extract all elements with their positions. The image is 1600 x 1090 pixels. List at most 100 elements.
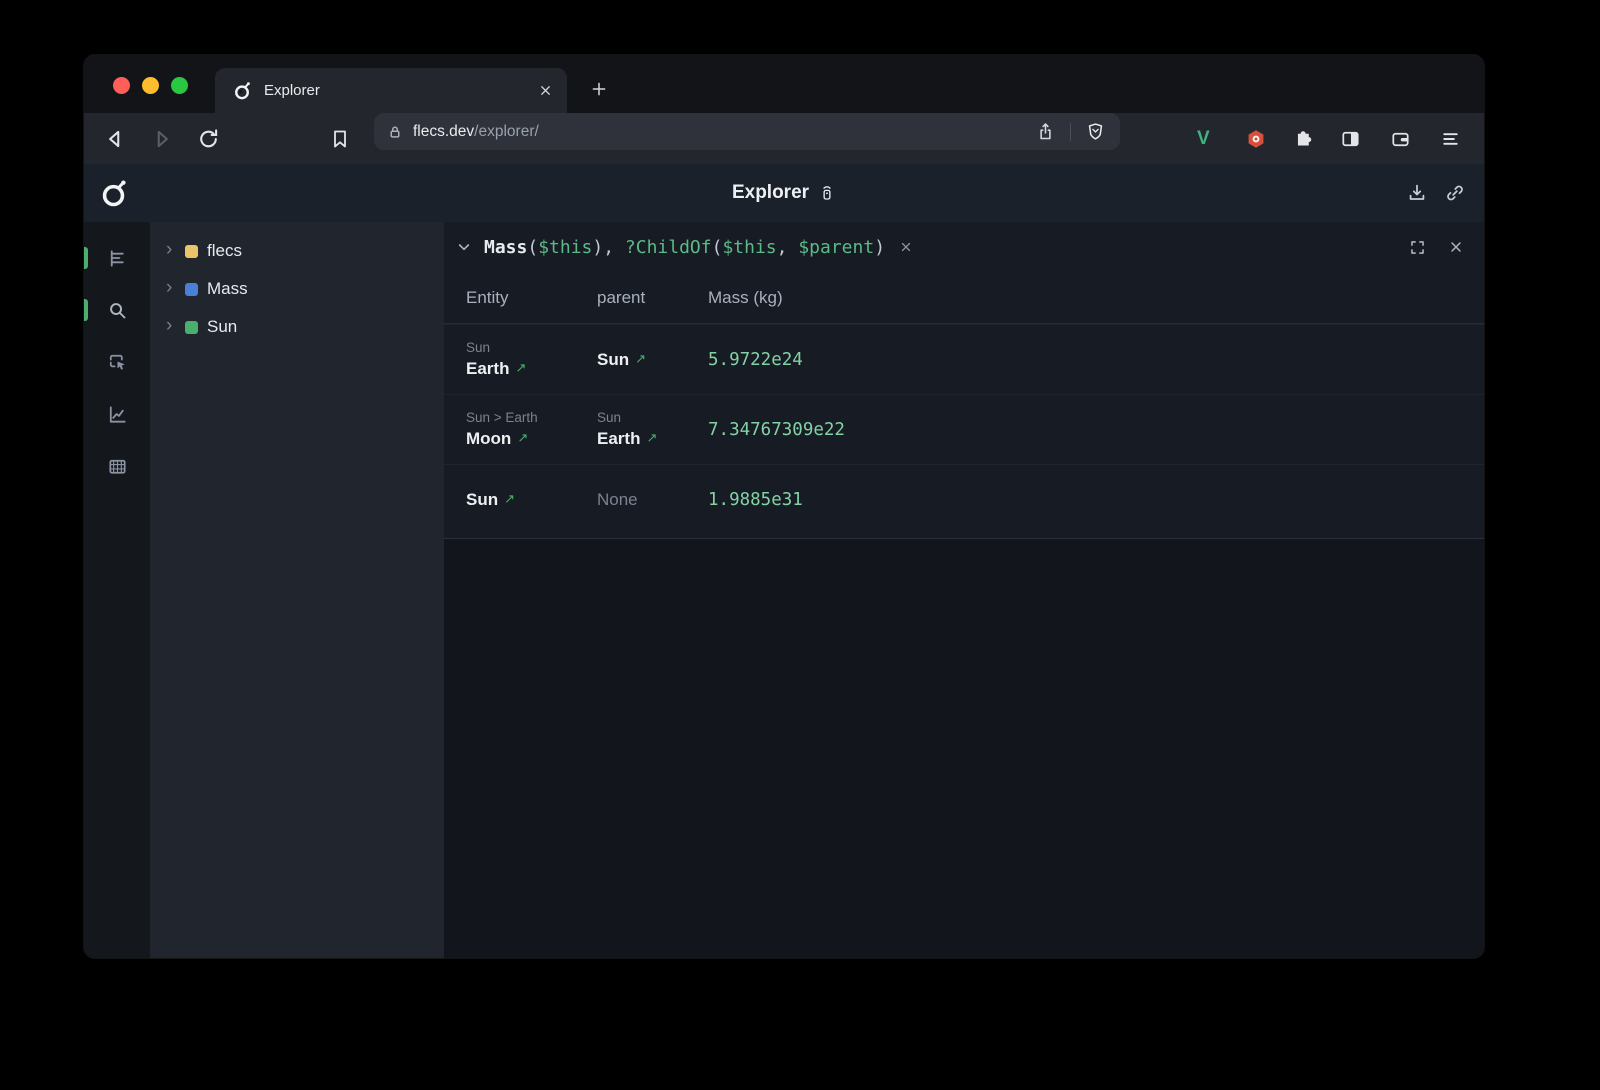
search-icon[interactable] — [105, 299, 129, 321]
table-row: Sun Earth ↗ Sun ↗ 5.9722e24 — [444, 324, 1484, 394]
entity-name: Moon — [466, 429, 511, 449]
tree-item-mass[interactable]: › Mass — [150, 270, 444, 308]
query-token: $parent — [798, 237, 874, 258]
entity-path: Sun > Earth — [466, 410, 597, 425]
main-panel: Mass($this), ?ChildOf($this, $parent) — [444, 222, 1484, 958]
sidebar-toggle-icon[interactable] — [1339, 127, 1362, 150]
remote-connection-icon[interactable] — [818, 183, 836, 203]
empty-content-area — [444, 539, 1484, 958]
expand-chevron-icon[interactable]: › — [166, 278, 179, 297]
query-bar: Mass($this), ?ChildOf($this, $parent) — [444, 222, 1484, 272]
entity-color-swatch — [185, 283, 198, 296]
query-token: Mass — [484, 237, 527, 258]
url-text: flecs.dev/explorer/ — [413, 123, 539, 141]
fullscreen-icon[interactable] — [1408, 238, 1427, 257]
query-token: ), — [592, 237, 625, 258]
external-link-icon: ↗ — [515, 360, 526, 376]
tab-strip: Explorer — [84, 55, 1484, 113]
query-token: ) — [874, 237, 885, 258]
toolbar-separator — [1070, 123, 1071, 141]
query-result-panel: Mass($this), ?ChildOf($this, $parent) — [444, 222, 1484, 539]
chart-icon[interactable] — [105, 403, 129, 425]
query-token: ( — [712, 237, 723, 258]
close-tab-icon[interactable] — [538, 83, 553, 98]
minimize-window-button[interactable] — [142, 77, 159, 94]
column-header-entity: Entity — [466, 288, 597, 308]
entity-link[interactable]: Earth ↗ — [466, 359, 597, 379]
url-bar[interactable]: flecs.dev/explorer/ — [374, 113, 1120, 150]
share-icon[interactable] — [1035, 121, 1056, 142]
lock-icon — [386, 123, 404, 141]
wallet-icon[interactable] — [1389, 127, 1412, 150]
expand-chevron-icon[interactable]: › — [166, 316, 179, 335]
tree-item-flecs[interactable]: › flecs — [150, 232, 444, 270]
new-tab-button[interactable] — [584, 74, 614, 104]
parent-path: Sun — [597, 410, 708, 425]
table-header: Entity parent Mass (kg) — [444, 272, 1484, 324]
external-link-icon: ↗ — [646, 430, 657, 446]
vue-devtools-extension-icon[interactable]: V — [1197, 128, 1210, 150]
download-icon[interactable] — [1406, 182, 1428, 204]
tree-view-icon[interactable] — [105, 247, 129, 269]
extensions-puzzle-icon[interactable] — [1292, 127, 1315, 150]
url-domain: flecs.dev — [413, 123, 474, 140]
query-token: ( — [527, 237, 538, 258]
tree-item-label: Mass — [207, 279, 248, 299]
tab-title: Explorer — [264, 82, 527, 99]
parent-name: Earth — [597, 429, 640, 449]
table-row: Sun ↗ None 1.9885e31 — [444, 464, 1484, 534]
mass-value: 7.34767309e22 — [708, 420, 1484, 440]
parent-none: None — [597, 490, 708, 510]
table-row: Sun > Earth Moon ↗ Sun Earth ↗ 7.3476 — [444, 394, 1484, 464]
query-token: , — [777, 237, 799, 258]
entity-color-swatch — [185, 321, 198, 334]
inspect-cursor-icon[interactable] — [105, 351, 129, 373]
bookmark-icon[interactable] — [328, 127, 352, 151]
copy-link-icon[interactable] — [1444, 182, 1466, 204]
page-title-text: Explorer — [732, 182, 809, 204]
expand-chevron-icon[interactable]: › — [166, 240, 179, 259]
active-indicator — [84, 299, 88, 321]
stats-table-icon[interactable] — [105, 455, 129, 477]
mass-value: 5.9722e24 — [708, 350, 1484, 370]
collapse-chevron-icon[interactable] — [456, 239, 472, 255]
app-header: Explorer — [84, 164, 1484, 222]
active-indicator — [84, 247, 88, 269]
brave-shield-icon[interactable] — [1085, 121, 1106, 142]
menu-icon[interactable] — [1439, 127, 1462, 150]
parent-link[interactable]: Earth ↗ — [597, 429, 708, 449]
browser-tab[interactable]: Explorer — [215, 68, 567, 113]
query-token: $this — [722, 237, 776, 258]
hexagon-extension-icon[interactable] — [1244, 127, 1268, 151]
app-content: › flecs › Mass › Sun — [84, 222, 1484, 958]
zoom-window-button[interactable] — [171, 77, 188, 94]
back-button[interactable] — [102, 126, 128, 152]
close-panel-icon[interactable] — [1448, 239, 1464, 255]
clear-query-icon[interactable] — [899, 240, 913, 254]
entity-color-swatch — [185, 245, 198, 258]
close-window-button[interactable] — [113, 77, 130, 94]
flecs-favicon-icon — [231, 80, 253, 102]
tree-item-sun[interactable]: › Sun — [150, 308, 444, 346]
reload-button[interactable] — [196, 126, 221, 151]
external-link-icon: ↗ — [517, 430, 528, 446]
tree-item-label: flecs — [207, 241, 242, 261]
entity-path: Sun — [466, 340, 597, 355]
query-input[interactable]: Mass($this), ?ChildOf($this, $parent) — [484, 237, 885, 258]
parent-link[interactable]: Sun ↗ — [597, 350, 708, 370]
tool-rail — [84, 222, 150, 958]
url-path: /explorer/ — [474, 123, 539, 140]
external-link-icon: ↗ — [635, 351, 646, 367]
forward-button[interactable] — [149, 126, 175, 152]
query-token: ?ChildOf — [625, 237, 712, 258]
flecs-logo[interactable] — [97, 177, 130, 210]
entity-link[interactable]: Sun ↗ — [466, 490, 597, 510]
traffic-lights — [113, 77, 188, 94]
page-title: Explorer — [732, 182, 836, 204]
entity-link[interactable]: Moon ↗ — [466, 429, 597, 449]
external-link-icon: ↗ — [504, 491, 515, 507]
desktop-background: Explorer — [0, 0, 1600, 1090]
tree-item-label: Sun — [207, 317, 237, 337]
entity-name: Earth — [466, 359, 509, 379]
parent-name: Sun — [597, 350, 629, 370]
